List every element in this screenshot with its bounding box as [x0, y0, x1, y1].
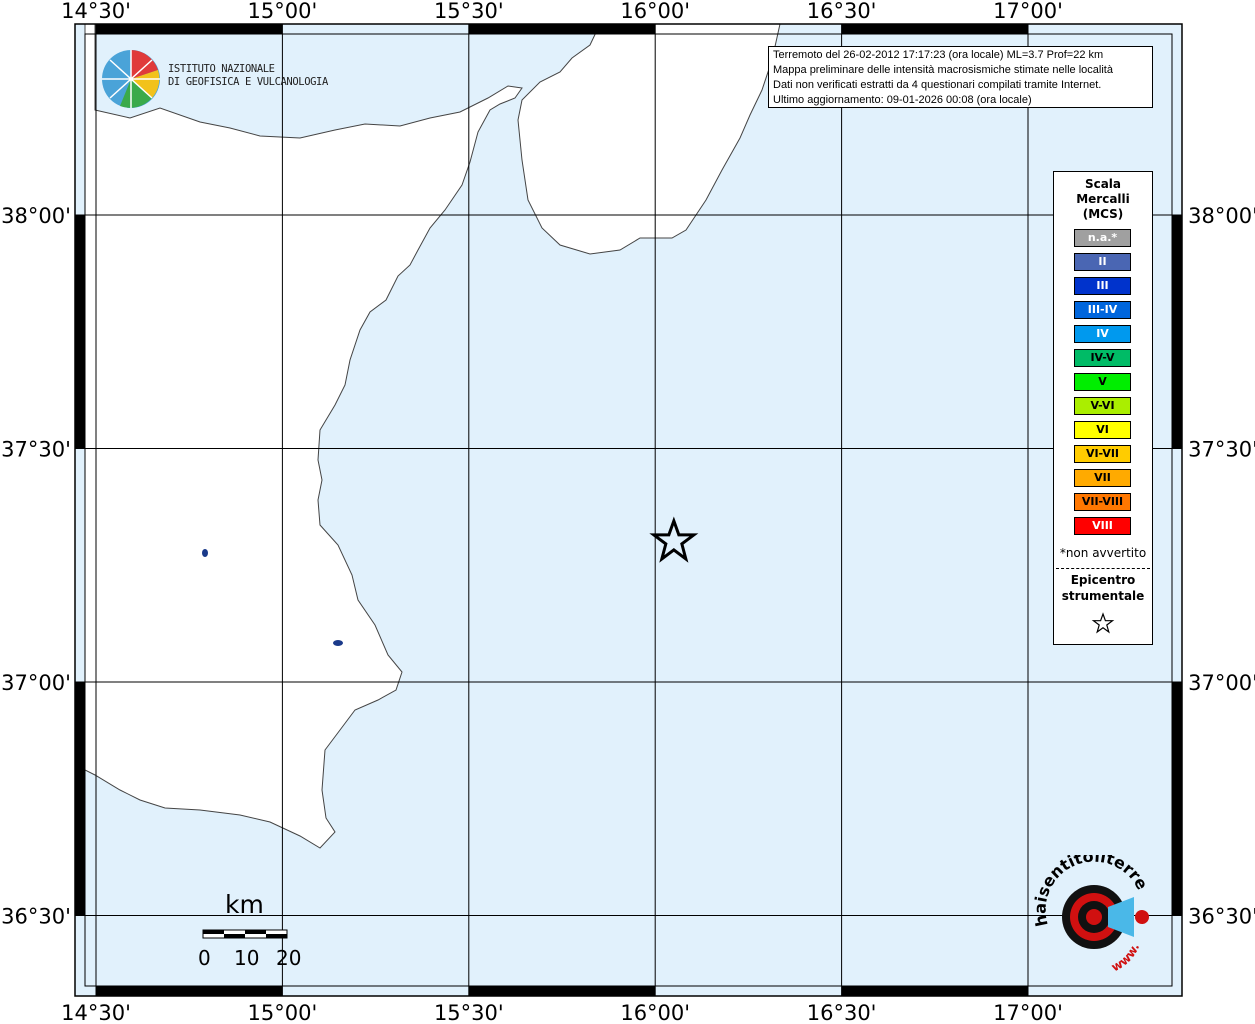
legend-item-vi-vii: VI-VII [1074, 445, 1131, 463]
legend-item-vii-viii: VII-VIII [1074, 493, 1131, 511]
longitude-label-top: 17°00' [993, 0, 1063, 23]
haisentito-logo[interactable]: haisentitoilterremoto.it www. [1022, 840, 1160, 980]
frame-band [468, 986, 656, 996]
legend-item-vii: VII [1074, 469, 1131, 487]
legend-items: n.a.* II III III-IV IV IV-V V V-VI VI VI-VII VII VI… [1074, 229, 1131, 541]
legend-divider [1056, 568, 1150, 569]
longitude-label-top: 15°00' [248, 0, 318, 23]
event-info-box: Terremoto del 26-02-2012 17:17:23 (ora l… [768, 46, 1153, 108]
legend-item-n-a-: n.a.* [1074, 229, 1131, 247]
longitude-label-bottom: 16°30' [807, 1001, 877, 1024]
latitude-label-right: 37°30' [1188, 438, 1255, 462]
ingv-logo: ISTITUTO NAZIONALE DI GEOFISICA E VULCAN… [100, 48, 330, 110]
legend-title: Scala Mercalli (MCS) [1076, 177, 1130, 221]
event-info-line-4: Ultimo aggiornamento: 09-01-2026 00:08 (… [773, 94, 1032, 106]
legend-item-vi: VI [1074, 421, 1131, 439]
frame-band [841, 986, 1028, 996]
event-info-line-2: Mappa preliminare delle intensità macros… [773, 64, 1113, 76]
scale-tick-0: 0 [198, 946, 211, 970]
svg-text:www.: www. [1109, 941, 1142, 974]
latitude-label-left: 38°00' [1, 204, 71, 228]
frame-band [75, 215, 85, 449]
frame-band [96, 986, 283, 996]
legend-item-viii: VIII [1074, 517, 1131, 535]
frame-band [1172, 215, 1182, 449]
latitude-label-right: 37°00' [1188, 671, 1255, 695]
event-info-line-3: Dati non verificati estratti da 4 questi… [773, 79, 1102, 91]
legend-star-icon [1091, 612, 1115, 634]
latitude-label-left: 37°00' [1, 671, 71, 695]
legend-note: *non avvertito [1059, 546, 1147, 560]
longitude-label-bottom: 15°30' [434, 1001, 504, 1024]
latitude-label-left: 37°30' [1, 438, 71, 462]
legend-item-v-vi: V-VI [1074, 397, 1131, 415]
longitude-label-top: 16°00' [620, 0, 690, 23]
scale-bar: km 0 10 20 [190, 890, 310, 970]
longitude-label-bottom: 14°30' [61, 1001, 131, 1024]
frame-band [96, 24, 283, 34]
legend-item-iii: III [1074, 277, 1131, 295]
legend-item-v: V [1074, 373, 1131, 391]
longitude-label-top: 16°30' [807, 0, 877, 23]
scale-bar-graphic [202, 929, 288, 939]
legend-item-iv-v: IV-V [1074, 349, 1131, 367]
legend-item-ii: II [1074, 253, 1131, 271]
scale-tick-20: 20 [276, 946, 302, 970]
latitude-label-left: 36°30' [1, 905, 71, 929]
latitude-label-right: 36°30' [1188, 905, 1255, 929]
longitude-label-bottom: 17°00' [993, 1001, 1063, 1024]
lake-pozzillo [202, 549, 208, 557]
longitude-label-top: 14°30' [61, 0, 131, 23]
frame-band [1172, 682, 1182, 916]
scale-unit: km [225, 890, 264, 919]
longitude-label-top: 15°30' [434, 0, 504, 23]
haisentito-logo-icon: haisentitoilterremoto.it www. [1022, 840, 1152, 974]
ingv-name: ISTITUTO NAZIONALE DI GEOFISICA E VULCAN… [168, 63, 328, 88]
legend-epicentre-label: Epicentro strumentale [1061, 573, 1145, 603]
ingv-globe-icon [102, 50, 160, 108]
frame-band [75, 682, 85, 916]
lake-ogliastro [333, 640, 343, 646]
haisentito-www: www. [1109, 941, 1142, 974]
frame-band [841, 24, 1028, 34]
legend-item-iii-iv: III-IV [1074, 301, 1131, 319]
mcs-legend: Scala Mercalli (MCS) n.a.* II III III-IV IV I… [1053, 171, 1153, 645]
frame-band [468, 24, 656, 34]
legend-item-iv: IV [1074, 325, 1131, 343]
longitude-label-bottom: 15°00' [248, 1001, 318, 1024]
event-info-line-1: Terremoto del 26-02-2012 17:17:23 (ora l… [773, 49, 1104, 61]
scale-tick-10: 10 [234, 946, 260, 970]
longitude-label-bottom: 16°00' [620, 1001, 690, 1024]
latitude-label-right: 38°00' [1188, 204, 1255, 228]
